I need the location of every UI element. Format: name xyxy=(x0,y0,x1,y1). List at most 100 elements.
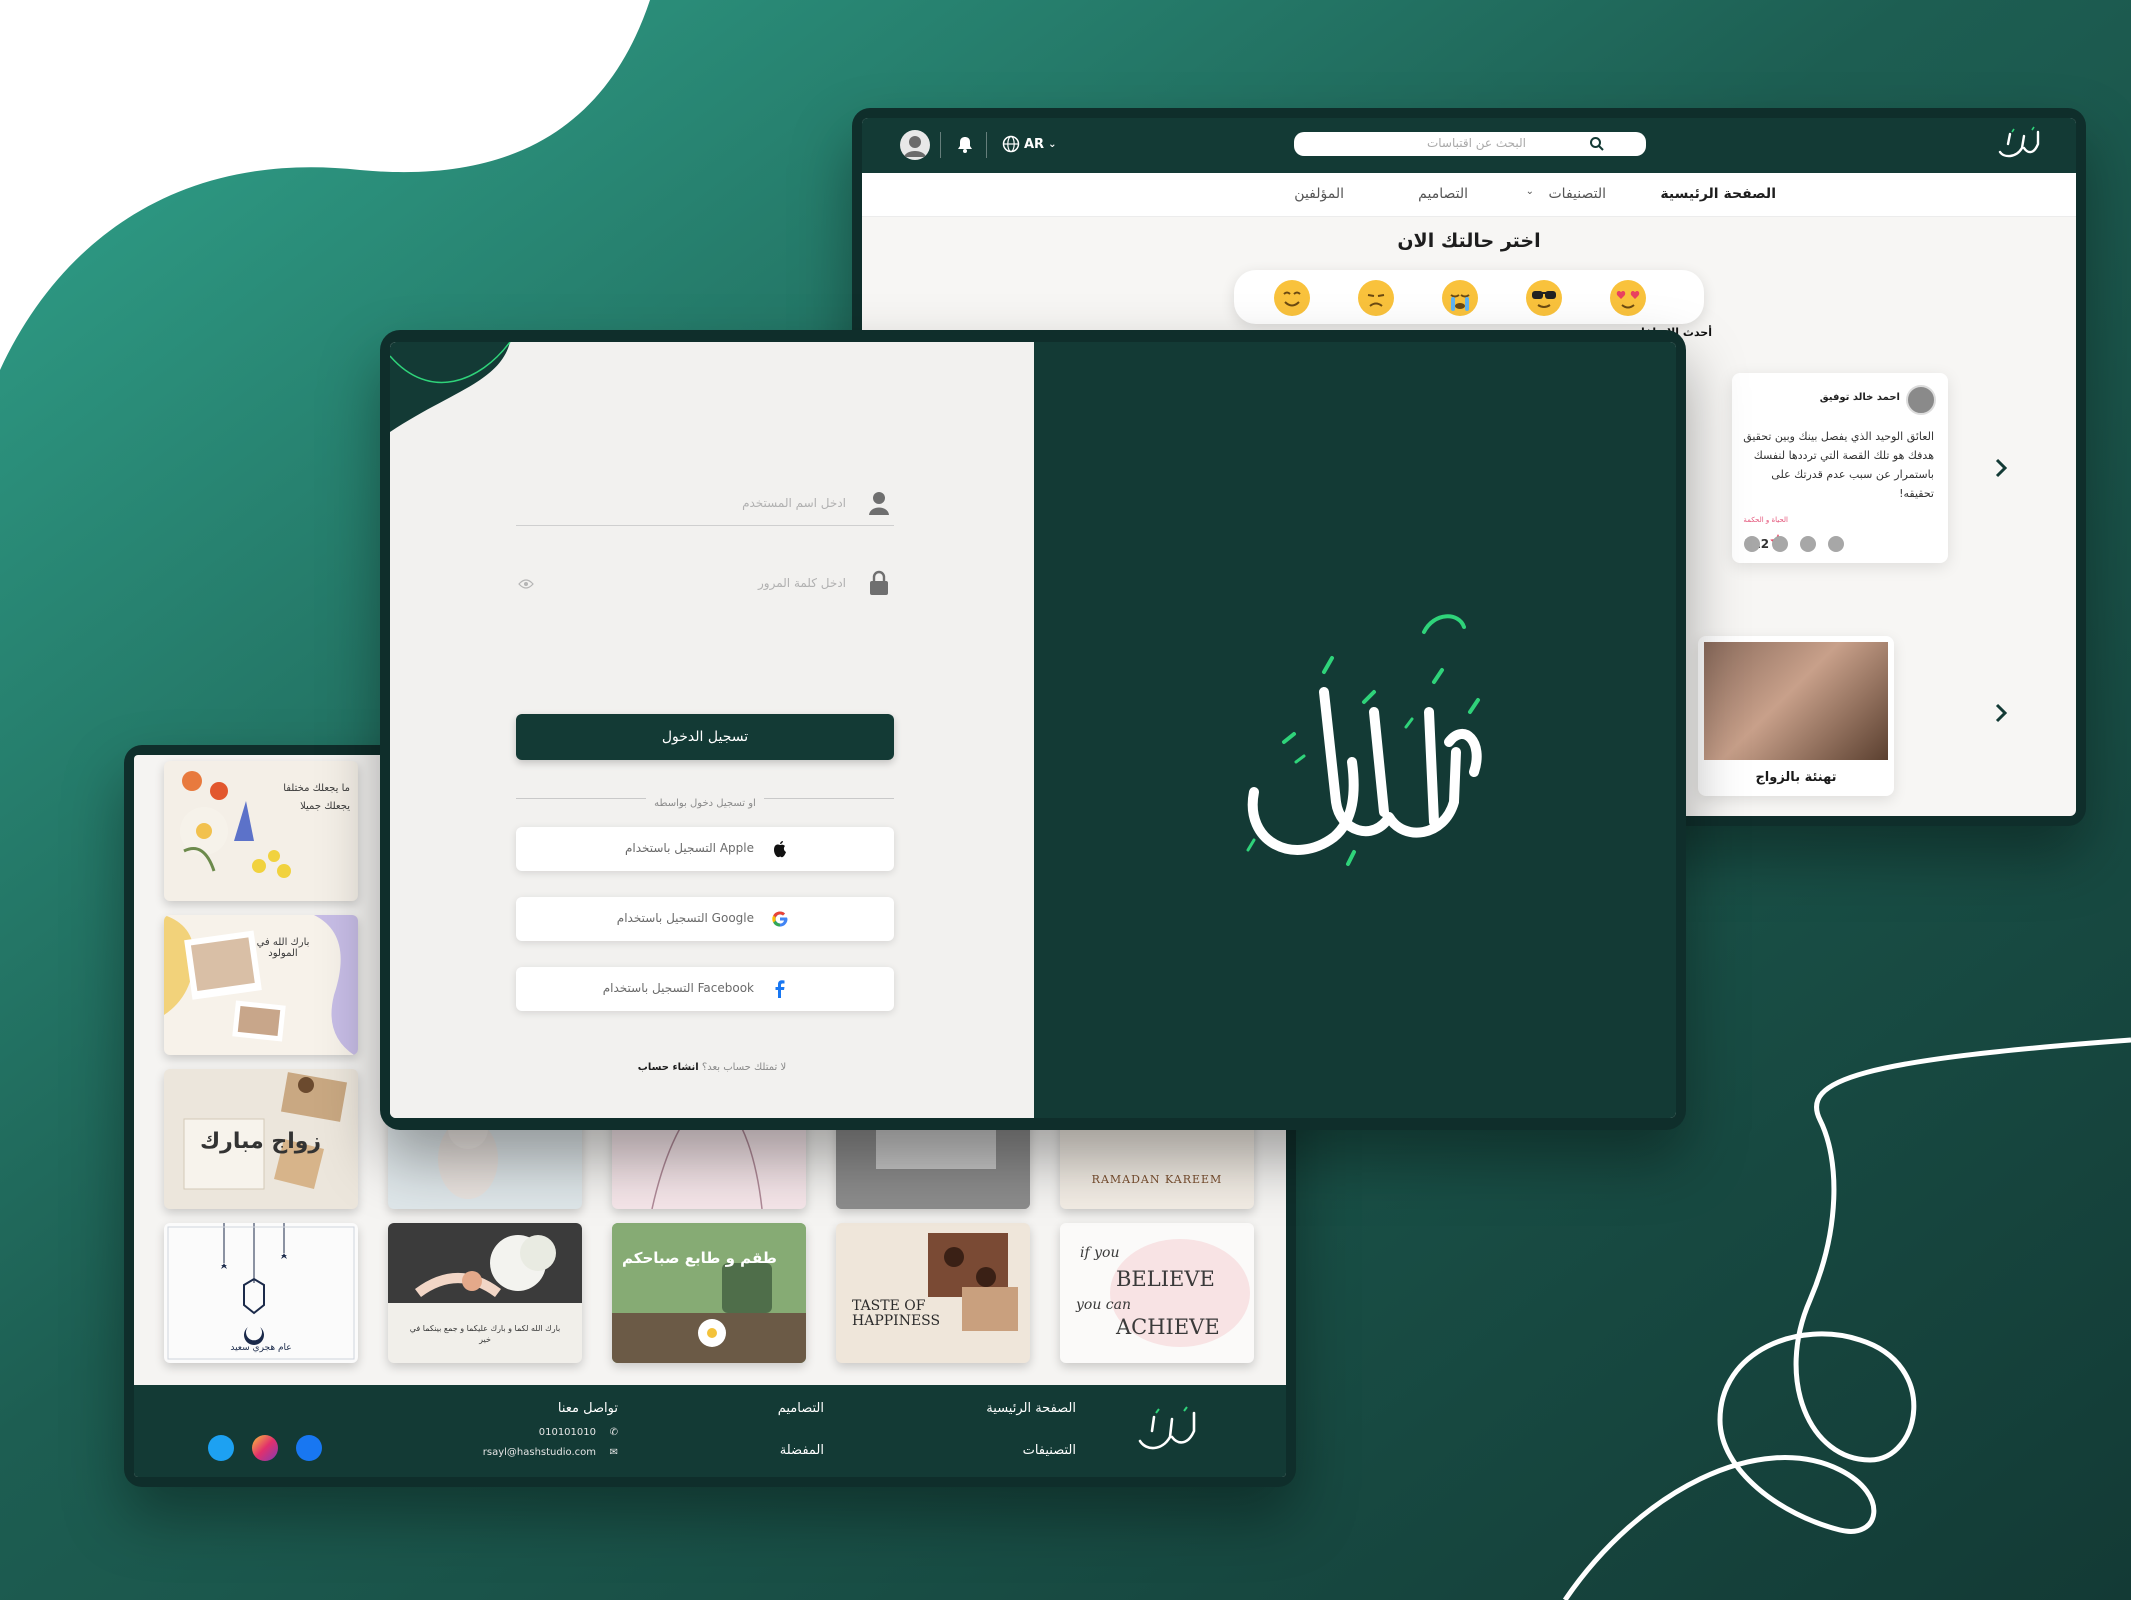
design-tile[interactable]: زواج مبارك xyxy=(164,1069,358,1209)
username-field[interactable]: ادخل اسم المستخدم xyxy=(516,482,894,526)
quote-author[interactable]: احمد خالد توفيق xyxy=(1820,392,1900,403)
chevron-down-icon: ⌄ xyxy=(1525,186,1534,197)
tile-text: ACHIEVE xyxy=(1116,1315,1220,1339)
copy-icon[interactable] xyxy=(1828,536,1844,552)
footer-phone[interactable]: 010101010 xyxy=(539,1427,596,1438)
password-field[interactable]: ادخل كلمة المرور xyxy=(516,562,894,606)
facebook-icon xyxy=(775,980,785,998)
quote-text: العائق الوحيد الذي يفصل بينك وبين تحقيق … xyxy=(1743,430,1934,500)
whatsapp-icon[interactable] xyxy=(1772,536,1788,552)
flowers-illustration xyxy=(180,771,291,878)
google-signin-button[interactable]: التسجيل باستخدام Google xyxy=(516,897,894,941)
google-signin-label: التسجيل باستخدام Google xyxy=(616,911,754,925)
design-tile[interactable]: بارك الله في المولود xyxy=(164,915,358,1055)
tile-text: TASTE OF HAPPINESS xyxy=(852,1298,941,1329)
brand-calligraphy-logo xyxy=(1246,614,1482,866)
tile-text: RAMADAN KAREEM xyxy=(1091,1173,1223,1186)
corner-decoration xyxy=(390,342,511,432)
login-form-panel: ادخل اسم المستخدم ادخل كلمة المرور تسجيل… xyxy=(390,342,1034,1118)
footer-email[interactable]: rsayl@hashstudio.com xyxy=(483,1447,596,1458)
design-tile[interactable]: if you BELIEVE you can ACHIEVE xyxy=(1060,1223,1254,1363)
design-tile[interactable]: ما يجعلك مختلفا يجعلك جميلا xyxy=(164,761,358,901)
globe-icon xyxy=(1002,135,1020,153)
nav-home[interactable]: الصفحة الرئيسية xyxy=(1660,186,1776,202)
footer-link-categories[interactable]: التصنيفات xyxy=(1023,1443,1076,1458)
design-tile[interactable]: TASTE OF HAPPINESS xyxy=(836,1223,1030,1363)
site-footer: الصفحة الرئيسية التصنيفات التصاميم المفض… xyxy=(134,1385,1286,1477)
login-page-device: ادخل اسم المستخدم ادخل كلمة المرور تسجيل… xyxy=(380,330,1686,1130)
social-divider: او تسجيل دخول بواسطه xyxy=(516,798,894,809)
chevron-right-icon[interactable] xyxy=(1988,700,2014,726)
footer-logo[interactable] xyxy=(1132,1405,1206,1459)
design-tile[interactable]: طقم و طابع صباحكم xyxy=(612,1223,806,1363)
footer-link-home[interactable]: الصفحة الرئيسية xyxy=(986,1401,1076,1416)
apple-signin-label: التسجيل باستخدام Apple xyxy=(624,841,754,855)
nav-authors[interactable]: المؤلفين xyxy=(1294,186,1344,202)
search-placeholder: البحث عن اقتباسات xyxy=(1426,136,1526,150)
brand-logo[interactable] xyxy=(1994,126,2046,164)
search-icon[interactable] xyxy=(1588,135,1606,153)
username-placeholder: ادخل اسم المستخدم xyxy=(742,496,846,510)
tile-text: زواج مبارك xyxy=(200,1129,322,1154)
author-avatar xyxy=(1906,385,1936,415)
mood-title: اختر حالتك الان xyxy=(1397,230,1541,252)
eye-icon[interactable] xyxy=(518,576,534,592)
design-photo xyxy=(1704,642,1888,760)
password-placeholder: ادخل كلمة المرور xyxy=(757,576,846,590)
user-avatar-icon[interactable] xyxy=(900,130,930,160)
brand-panel xyxy=(1034,342,1676,1118)
cool-emoji-icon[interactable] xyxy=(1524,278,1564,318)
bell-icon[interactable] xyxy=(954,133,976,155)
chevron-right-icon[interactable] xyxy=(1988,455,2014,481)
design-tile[interactable]: بارك الله لكما و بارك عليكما و جمع بينكم… xyxy=(388,1223,582,1363)
signup-prompt: لا تمتلك حساب بعد؟ انشاء حساب xyxy=(390,1062,1034,1073)
tile-text: طقم و طابع صباحكم xyxy=(622,1249,777,1267)
apple-signin-button[interactable]: التسجيل باستخدام Apple xyxy=(516,827,894,871)
share-icon[interactable] xyxy=(1744,536,1760,552)
login-button[interactable]: تسجيل الدخول xyxy=(516,714,894,760)
watercolor-illustration xyxy=(1110,1239,1250,1347)
quote-tag[interactable]: الحياة و الحكمة xyxy=(1743,516,1788,524)
facebook-icon[interactable] xyxy=(296,1435,322,1461)
divider-text: او تسجيل دخول بواسطه xyxy=(646,798,764,809)
tile-text: بارك الله في المولود xyxy=(256,937,310,959)
language-selector[interactable]: AR ⌄ xyxy=(1002,135,1056,153)
mail-icon: ✉ xyxy=(609,1447,618,1458)
design-caption: تهنئة بالزواج xyxy=(1755,770,1837,785)
crying-emoji-icon[interactable] xyxy=(1440,278,1480,318)
morning-illustration xyxy=(612,1223,806,1363)
smile-emoji-icon[interactable] xyxy=(1272,278,1312,318)
search-input[interactable]: البحث عن اقتباسات xyxy=(1294,132,1646,156)
footer-link-favorites[interactable]: المفضلة xyxy=(780,1443,824,1458)
nav-categories[interactable]: التصنيفات xyxy=(1549,186,1607,202)
create-account-link[interactable]: انشاء حساب xyxy=(638,1062,699,1073)
tile-text: عام هجري سعيد xyxy=(230,1343,292,1353)
no-account-text: لا تمتلك حساب بعد؟ xyxy=(701,1062,787,1073)
twitter-icon[interactable] xyxy=(208,1435,234,1461)
facebook-signin-button[interactable]: التسجيل باستخدام Facebook xyxy=(516,967,894,1011)
language-label: AR xyxy=(1024,136,1045,152)
baby-illustration xyxy=(164,915,358,1055)
quote-card[interactable]: احمد خالد توفيق العائق الوحيد الذي يفصل … xyxy=(1732,373,1948,563)
mood-selector xyxy=(1234,270,1704,324)
instagram-icon[interactable] xyxy=(252,1435,278,1461)
tile-text: يجعلك جميلا xyxy=(300,801,350,812)
chevron-down-icon: ⌄ xyxy=(1048,138,1057,150)
love-emoji-icon[interactable] xyxy=(1608,278,1648,318)
favorite-icon[interactable] xyxy=(1800,536,1816,552)
sad-emoji-icon[interactable] xyxy=(1356,278,1396,318)
tile-text: you can xyxy=(1076,1297,1132,1313)
tile-text: بارك الله لكما و بارك عليكما و جمع بينكم… xyxy=(409,1324,561,1344)
coffee-illustration xyxy=(928,1233,1018,1331)
nav-designs[interactable]: التصاميم xyxy=(1418,186,1468,202)
phone-icon: ✆ xyxy=(609,1427,618,1438)
lock-icon xyxy=(870,570,888,595)
facebook-signin-label: التسجيل باستخدام Facebook xyxy=(602,981,754,995)
google-icon xyxy=(772,911,788,927)
design-card[interactable]: تهنئة بالزواج xyxy=(1698,636,1894,796)
tile-text: if you xyxy=(1080,1245,1120,1261)
design-tile[interactable]: عام هجري سعيد xyxy=(164,1223,358,1363)
footer-link-designs[interactable]: التصاميم xyxy=(778,1401,824,1416)
main-navigation: الصفحة الرئيسية التصنيفات ⌄ التصاميم الم… xyxy=(862,173,2076,217)
quote-actions xyxy=(1744,536,1844,552)
